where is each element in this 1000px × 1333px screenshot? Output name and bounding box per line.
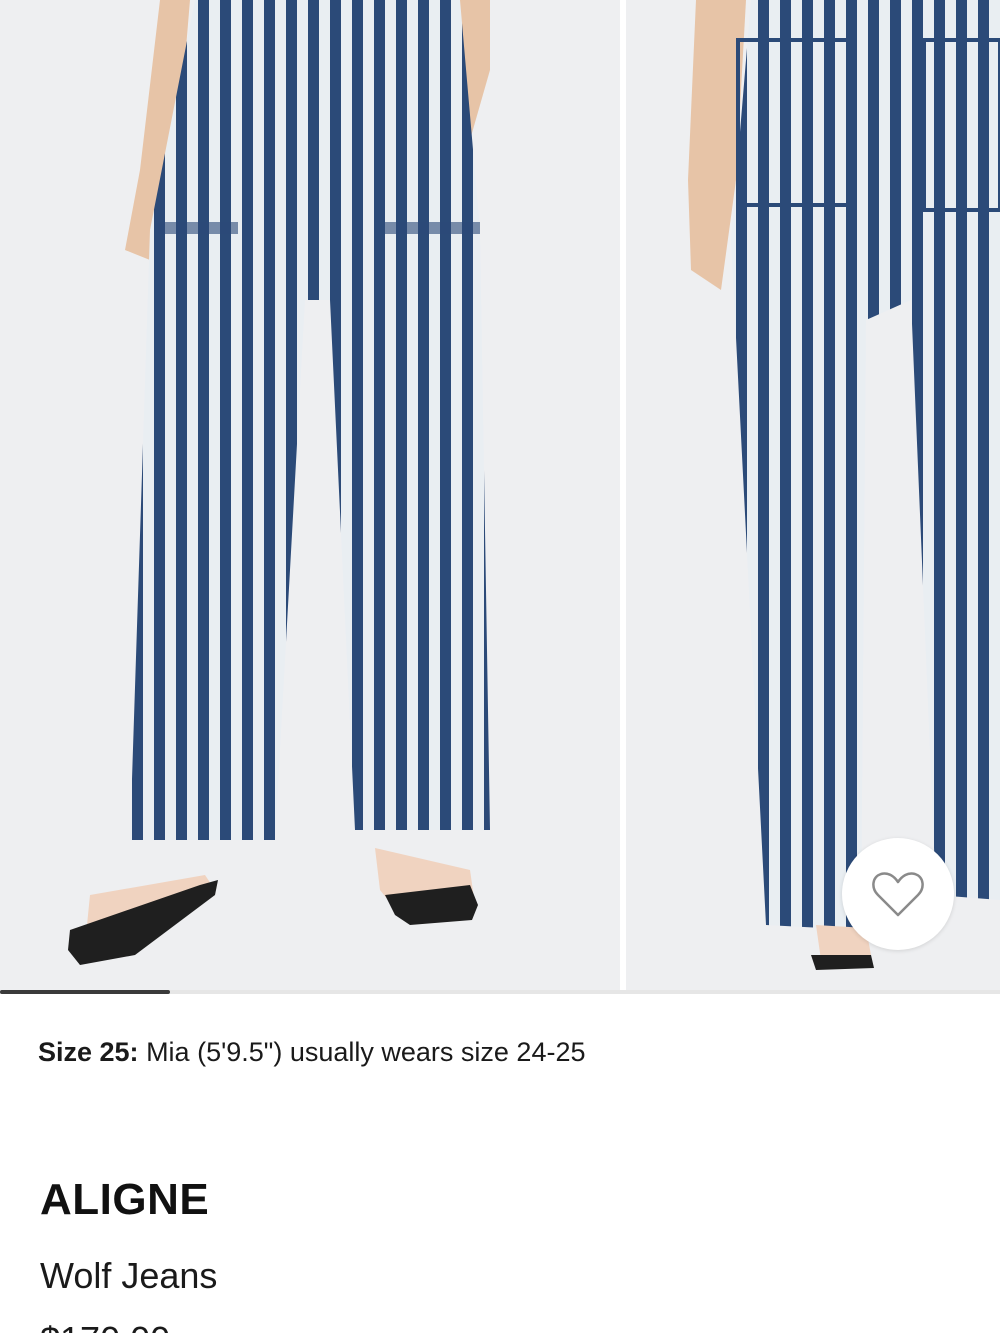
brand-name[interactable]: ALIGNE (40, 1174, 209, 1226)
heart-outline-icon (872, 872, 924, 917)
product-image-front[interactable] (0, 0, 620, 992)
model-size-note: Size 25: Mia (5'9.5") usually wears size… (38, 1034, 586, 1070)
pants-back-illustration (626, 0, 1000, 992)
product-name: Wolf Jeans (40, 1255, 218, 1296)
product-page: Size 25: Mia (5'9.5") usually wears size… (0, 0, 1000, 1333)
carousel-progress-indicator (0, 990, 170, 994)
favorite-button[interactable] (842, 838, 954, 950)
product-price: $170.00 (40, 1318, 170, 1333)
image-carousel[interactable] (0, 0, 1000, 996)
carousel-progress-track (0, 990, 1000, 994)
size-description: Mia (5'9.5") usually wears size 24-25 (138, 1037, 586, 1067)
size-label: Size 25: (38, 1037, 139, 1067)
product-image-back[interactable] (626, 0, 1000, 992)
pants-front-illustration (0, 0, 620, 992)
